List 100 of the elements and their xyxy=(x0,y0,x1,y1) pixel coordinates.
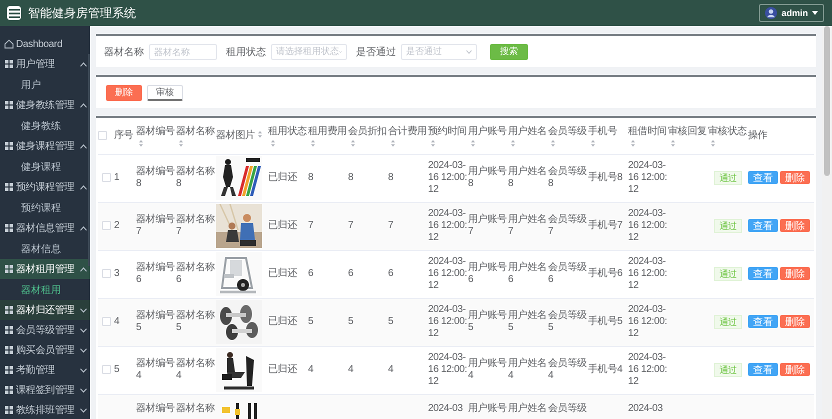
status-tag: 通过 xyxy=(714,171,742,185)
checkbox[interactable] xyxy=(102,364,110,374)
column-header[interactable]: 合计费用 xyxy=(388,124,428,138)
scrollbar-thumb[interactable] xyxy=(824,26,830,176)
scrollbar-thumb[interactable] xyxy=(88,54,90,266)
table-cell: 会员等级5 xyxy=(548,310,587,333)
table-cell: 5 xyxy=(308,316,314,327)
column-header[interactable]: 租用状态 xyxy=(268,124,308,138)
input-field[interactable]: 器材名称 xyxy=(149,44,217,60)
grid-icon xyxy=(4,345,14,355)
grid-icon xyxy=(4,405,14,415)
table-cell: 器材编号7 xyxy=(136,214,175,237)
table-cell: 器材编号8 xyxy=(136,166,175,189)
column-header[interactable]: 租借时间 xyxy=(628,124,668,138)
menu-group[interactable]: 健身课程管理 xyxy=(0,136,90,156)
menu-group[interactable]: 教练排班管理 xyxy=(0,400,90,419)
table-cell: 2024-03 xyxy=(628,402,663,414)
table-cell: 3 xyxy=(114,268,120,279)
menu-group[interactable]: 课程签到管理 xyxy=(0,380,90,400)
table-cell: 用户账号6 xyxy=(468,262,507,285)
menu-group[interactable]: 健身教练管理 xyxy=(0,95,90,115)
table-cell: 会员等级4 xyxy=(548,358,587,381)
menu-item[interactable]: Dashboard xyxy=(0,34,90,54)
table-cell: 器材名称6 xyxy=(176,262,215,285)
checkbox[interactable] xyxy=(102,220,110,230)
table-cell: 用户姓名 xyxy=(508,402,547,414)
column-header[interactable]: 预约时间 xyxy=(428,124,468,138)
table-cell: 8 xyxy=(308,172,314,183)
column-header[interactable]: 器材图片 xyxy=(216,129,255,142)
menu-group[interactable]: 器材租用管理 xyxy=(0,259,90,279)
column-header[interactable]: 序号 xyxy=(114,129,136,142)
table-cell: 器材名称5 xyxy=(176,310,215,333)
column-header[interactable]: 会员等级 xyxy=(548,124,588,138)
table-cell: 已归还 xyxy=(268,172,298,183)
table-cell: 会员等级6 xyxy=(548,262,587,285)
table-cell: 2 xyxy=(114,220,120,231)
grid-icon xyxy=(4,365,14,375)
table-cell: 器材名称4 xyxy=(176,358,215,381)
caret-icon xyxy=(812,11,818,15)
checkbox[interactable] xyxy=(102,316,110,326)
menu-group[interactable]: 器材信息管理 xyxy=(0,218,90,238)
checkbox[interactable] xyxy=(98,131,107,140)
table-cell: 器材编号5 xyxy=(136,310,175,333)
column-header[interactable]: 用户姓名 xyxy=(508,124,548,138)
table-cell: 器材编号 xyxy=(136,402,175,414)
table-cell: 用户账号5 xyxy=(468,310,507,333)
column-header[interactable]: 用户账号 xyxy=(468,124,508,138)
table-cell: 5 xyxy=(114,364,120,375)
table-cell: 2024-03 xyxy=(428,402,463,414)
column-header[interactable]: 操作 xyxy=(748,129,814,142)
menu-group[interactable]: 预约课程管理 xyxy=(0,177,90,197)
checkbox[interactable] xyxy=(102,172,110,182)
user-menu-button[interactable]: admin xyxy=(759,4,824,22)
table-cell: 用户姓名8 xyxy=(508,166,547,189)
submenu-item[interactable]: 健身教练 xyxy=(0,115,90,136)
status-tag: 通过 xyxy=(714,363,742,377)
menu-group[interactable]: 购买会员管理 xyxy=(0,340,90,360)
chevron-down-icon xyxy=(466,50,472,54)
submenu-item[interactable]: 器材租用 xyxy=(0,279,90,300)
submenu-item[interactable]: 健身课程 xyxy=(0,156,90,177)
menu-icon[interactable] xyxy=(7,6,21,20)
table-cell: 已归还 xyxy=(268,364,298,375)
table-cell: 2024-03-16 12:00:12 xyxy=(428,208,468,243)
table-row[interactable]: 器材编号器材名称 2024-03 用户账号用户姓名 会员等级 2024-03 xyxy=(98,394,814,419)
table-cell: 手机号8 xyxy=(588,172,622,183)
menu-group[interactable]: 考勤管理 xyxy=(0,360,90,380)
column-header[interactable]: 租用费用 xyxy=(308,124,348,138)
table-cell: 用户姓名4 xyxy=(508,358,547,381)
review-button[interactable]: 审核 xyxy=(147,84,183,100)
submenu-item[interactable]: 器材信息 xyxy=(0,238,90,259)
table-cell: 用户账号8 xyxy=(468,166,507,189)
table-cell: 手机号4 xyxy=(588,364,622,375)
column-header[interactable]: 审核回复 xyxy=(668,124,708,138)
table-cell: 2024-03-16 12:00:12 xyxy=(628,256,668,291)
table-cell: 用户账号4 xyxy=(468,358,507,381)
table-cell: 4 xyxy=(388,364,394,375)
submenu-item[interactable]: 预约课程 xyxy=(0,197,90,218)
app-title: 智能健身房管理系统 xyxy=(28,4,136,22)
table-cell: 已归还 xyxy=(268,220,298,231)
column-header[interactable]: 手机号 xyxy=(588,124,628,138)
menu-group[interactable]: 器材归还管理 xyxy=(0,300,90,320)
field-label: 租用状态 xyxy=(226,46,266,58)
table-cell: 器材名称 xyxy=(176,402,215,414)
table-cell: 6 xyxy=(388,268,394,279)
table-cell: 手机号5 xyxy=(588,316,622,327)
status-tag: 通过 xyxy=(714,219,742,233)
table-cell: 4 xyxy=(114,316,120,327)
column-header[interactable]: 会员折扣 xyxy=(348,124,388,138)
menu-group[interactable]: 用户管理 xyxy=(0,54,90,74)
submenu-item[interactable]: 用户 xyxy=(0,74,90,95)
column-header[interactable]: 器材编号 xyxy=(136,124,176,138)
column-header[interactable]: 审核状态 xyxy=(708,124,748,138)
table-cell: 7 xyxy=(388,220,394,231)
column-header[interactable]: 器材名称 xyxy=(176,124,216,138)
table-cell: 用户账号 xyxy=(468,402,507,414)
table-cell: 4 xyxy=(308,364,314,375)
table-cell: 会员等级 xyxy=(548,402,587,414)
menu-group[interactable]: 会员等级管理 xyxy=(0,320,90,340)
checkbox[interactable] xyxy=(102,268,110,278)
table-cell: 2024-03-16 12:00:12 xyxy=(628,208,668,243)
